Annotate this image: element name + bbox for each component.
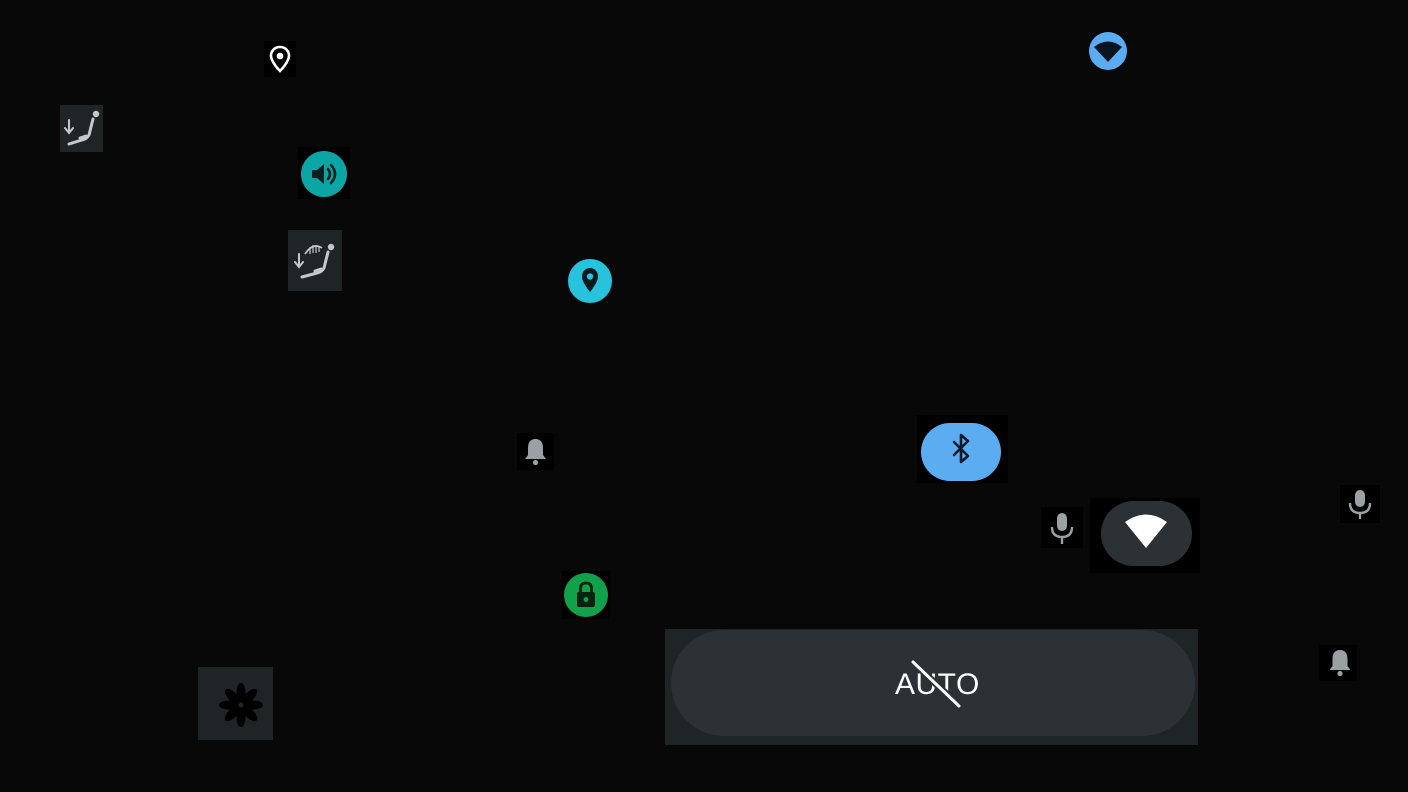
- location-pin-button[interactable]: [566, 257, 614, 305]
- seat-heat-recline-button[interactable]: [288, 230, 342, 291]
- fan-button[interactable]: [198, 667, 273, 740]
- seat-recline-button[interactable]: [60, 105, 103, 152]
- wifi-icon: [1101, 501, 1192, 566]
- location-pin-outline-icon: [269, 45, 291, 73]
- auto-pill: AUTO: [671, 630, 1195, 736]
- fan-icon: [219, 683, 263, 727]
- wifi-icon-top: [1089, 32, 1127, 70]
- notification-button-right[interactable]: [1319, 645, 1357, 681]
- seat-recline-icon: [64, 110, 100, 146]
- location-pin-icon: [568, 259, 612, 303]
- lock-button[interactable]: [562, 571, 610, 619]
- notification-bell-icon: [525, 439, 546, 466]
- lock-icon: [564, 573, 608, 617]
- auto-climate-button[interactable]: AUTO: [665, 629, 1198, 745]
- notification-button[interactable]: [517, 433, 554, 470]
- microphone-button[interactable]: [1041, 507, 1083, 548]
- microphone-button-right[interactable]: [1340, 485, 1380, 523]
- wifi-button[interactable]: [1090, 498, 1200, 573]
- microphone-icon: [1050, 513, 1074, 544]
- auto-disabled-slash-icon: [909, 658, 963, 710]
- volume-button[interactable]: [298, 147, 350, 199]
- location-pin-outline-button[interactable]: [264, 41, 296, 77]
- notification-bell-icon-right: [1329, 650, 1351, 677]
- seat-heat-recline-icon: [294, 243, 335, 279]
- bluetooth-icon: [921, 423, 1001, 481]
- volume-icon: [301, 151, 347, 197]
- bluetooth-button[interactable]: [917, 415, 1008, 483]
- microphone-icon-right: [1348, 490, 1372, 519]
- wifi-button-top[interactable]: [1086, 30, 1130, 70]
